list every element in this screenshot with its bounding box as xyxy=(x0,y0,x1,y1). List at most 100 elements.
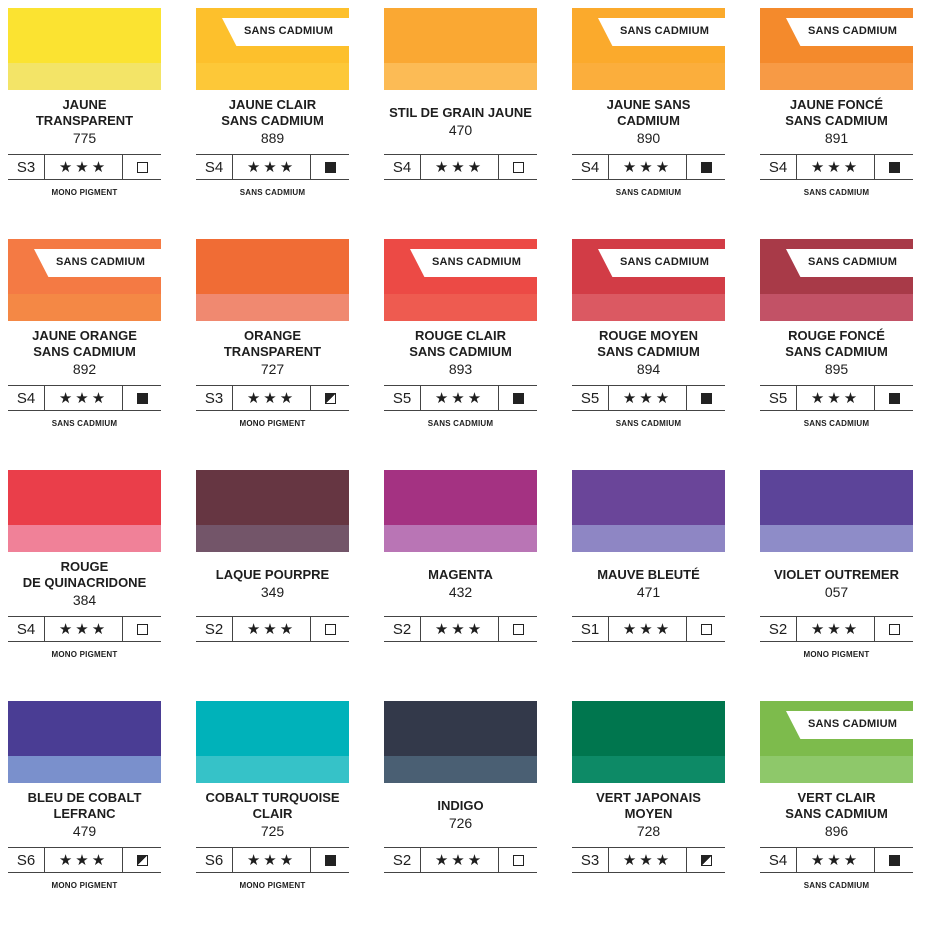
series-label: S2 xyxy=(384,617,421,641)
color-name: JAUNE FONCÉ SANS CADMIUM 891 xyxy=(760,94,913,148)
color-swatch xyxy=(572,470,725,552)
lightfastness-stars: ★★★ xyxy=(609,386,687,410)
swatch-card: LAQUE POURPRE 349 S2 ★★★ xyxy=(196,470,349,701)
pigment-note: MONO PIGMENT xyxy=(239,419,306,428)
color-name-line: CLAIR xyxy=(252,805,293,821)
series-label: S4 xyxy=(384,155,421,179)
swatch-card: MAGENTA 432 S2 ★★★ xyxy=(384,470,537,701)
color-name-line: SANS CADMIUM xyxy=(785,343,888,359)
swatch-light-color xyxy=(384,294,537,321)
rating-row: S5 ★★★ xyxy=(384,385,537,411)
opacity-cell xyxy=(499,848,537,872)
color-swatch: SANS CADMIUM xyxy=(8,239,161,321)
color-swatch: SANS CADMIUM xyxy=(572,8,725,90)
swatch-card: INDIGO 726 S2 ★★★ xyxy=(384,701,537,932)
lightfastness-stars: ★★★ xyxy=(797,848,875,872)
color-name: LAQUE POURPRE 349 xyxy=(196,556,349,610)
swatch-light-color xyxy=(572,294,725,321)
color-code: 384 xyxy=(72,591,97,608)
color-code: 725 xyxy=(260,822,285,839)
color-code: 349 xyxy=(260,583,285,600)
pigment-note: MONO PIGMENT xyxy=(239,881,306,890)
color-name-line: TRANSPARENT xyxy=(35,112,134,128)
color-name: ROUGE CLAIR SANS CADMIUM 893 xyxy=(384,325,537,379)
opacity-transparent-icon xyxy=(512,623,524,635)
rating-row: S3 ★★★ xyxy=(196,385,349,411)
color-code: 889 xyxy=(260,129,285,146)
pigment-note: MONO PIGMENT xyxy=(803,650,870,659)
color-name: JAUNE CLAIR SANS CADMIUM 889 xyxy=(196,94,349,148)
opacity-opaque-icon xyxy=(512,392,524,404)
rating-row: S1 ★★★ xyxy=(572,616,725,642)
lightfastness-stars: ★★★ xyxy=(233,155,311,179)
lightfastness-stars: ★★★ xyxy=(233,848,311,872)
color-name: COBALT TURQUOISE CLAIR 725 xyxy=(196,787,349,841)
series-label: S4 xyxy=(8,617,45,641)
banner-label: SANS CADMIUM xyxy=(244,25,334,37)
rating-row: S2 ★★★ xyxy=(384,847,537,873)
pigment-note: SANS CADMIUM xyxy=(427,419,494,428)
color-name: ROUGE MOYEN SANS CADMIUM 894 xyxy=(572,325,725,379)
swatch-card: VIOLET OUTREMER 057 S2 ★★★ MONO PIGMENT xyxy=(760,470,913,701)
color-name-line: VERT CLAIR xyxy=(797,789,876,805)
color-name: JAUNE TRANSPARENT 775 xyxy=(8,94,161,148)
swatch-light-color xyxy=(196,756,349,783)
swatch-light-color xyxy=(8,756,161,783)
rating-row: S4 ★★★ xyxy=(760,154,913,180)
color-code: 479 xyxy=(72,822,97,839)
color-code: 894 xyxy=(636,360,661,377)
swatch-card: SANS CADMIUM JAUNE SANS CADMIUM 890 S4 ★★★ SAN… xyxy=(572,8,725,239)
swatch-main-color xyxy=(384,8,537,63)
color-swatch xyxy=(8,701,161,783)
lightfastness-stars: ★★★ xyxy=(45,386,123,410)
banner-label: SANS CADMIUM xyxy=(808,25,898,37)
color-name: INDIGO 726 xyxy=(384,787,537,841)
opacity-opaque-icon xyxy=(888,854,900,866)
opacity-cell xyxy=(875,386,913,410)
color-swatch xyxy=(572,701,725,783)
swatch-card: COBALT TURQUOISE CLAIR 725 S6 ★★★ MONO PIGMEN… xyxy=(196,701,349,932)
color-name-line: JAUNE SANS xyxy=(606,96,691,112)
swatch-card: MAUVE BLEUTÉ 471 S1 ★★★ xyxy=(572,470,725,701)
lightfastness-stars: ★★★ xyxy=(797,617,875,641)
rating-row: S2 ★★★ xyxy=(384,616,537,642)
lightfastness-stars: ★★★ xyxy=(45,848,123,872)
series-label: S4 xyxy=(196,155,233,179)
color-swatch: SANS CADMIUM xyxy=(384,239,537,321)
pigment-note: SANS CADMIUM xyxy=(615,419,682,428)
swatch-light-color xyxy=(196,525,349,552)
rating-row: S2 ★★★ xyxy=(196,616,349,642)
color-code: 470 xyxy=(448,121,473,138)
series-label: S2 xyxy=(196,617,233,641)
lightfastness-stars: ★★★ xyxy=(45,155,123,179)
swatch-light-color xyxy=(572,63,725,90)
opacity-cell xyxy=(123,386,161,410)
opacity-semi-icon xyxy=(700,854,712,866)
color-name-line: ROUGE MOYEN xyxy=(599,327,698,343)
color-name-line: MAGENTA xyxy=(428,566,493,582)
color-name-line: CADMIUM xyxy=(617,112,680,128)
color-name-line: ROUGE xyxy=(60,558,109,574)
swatch-card: SANS CADMIUM JAUNE CLAIR SANS CADMIUM 889 S4… xyxy=(196,8,349,239)
opacity-cell xyxy=(875,155,913,179)
swatch-card: STIL DE GRAIN JAUNE 470 S4 ★★★ xyxy=(384,8,537,239)
series-label: S3 xyxy=(196,386,233,410)
pigment-note: MONO PIGMENT xyxy=(51,188,118,197)
color-name-line: ROUGE FONCÉ xyxy=(788,327,885,343)
color-name-line: SANS CADMIUM xyxy=(409,343,512,359)
color-swatch-grid: JAUNE TRANSPARENT 775 S3 ★★★ MONO PIGMENT SAN… xyxy=(8,8,932,896)
color-code: 432 xyxy=(448,583,473,600)
color-name: VIOLET OUTREMER 057 xyxy=(760,556,913,610)
color-name-line: JAUNE CLAIR xyxy=(228,96,317,112)
lightfastness-stars: ★★★ xyxy=(233,386,311,410)
opacity-cell xyxy=(311,155,349,179)
opacity-opaque-icon xyxy=(136,392,148,404)
pigment-note: MONO PIGMENT xyxy=(51,650,118,659)
swatch-card: SANS CADMIUM ROUGE FONCÉ SANS CADMIUM 895 S5… xyxy=(760,239,913,470)
color-name-line: INDIGO xyxy=(437,797,484,813)
swatch-main-color xyxy=(384,701,537,756)
opacity-cell xyxy=(311,617,349,641)
color-swatch xyxy=(384,470,537,552)
opacity-semi-icon xyxy=(324,392,336,404)
pigment-note: SANS CADMIUM xyxy=(615,188,682,197)
